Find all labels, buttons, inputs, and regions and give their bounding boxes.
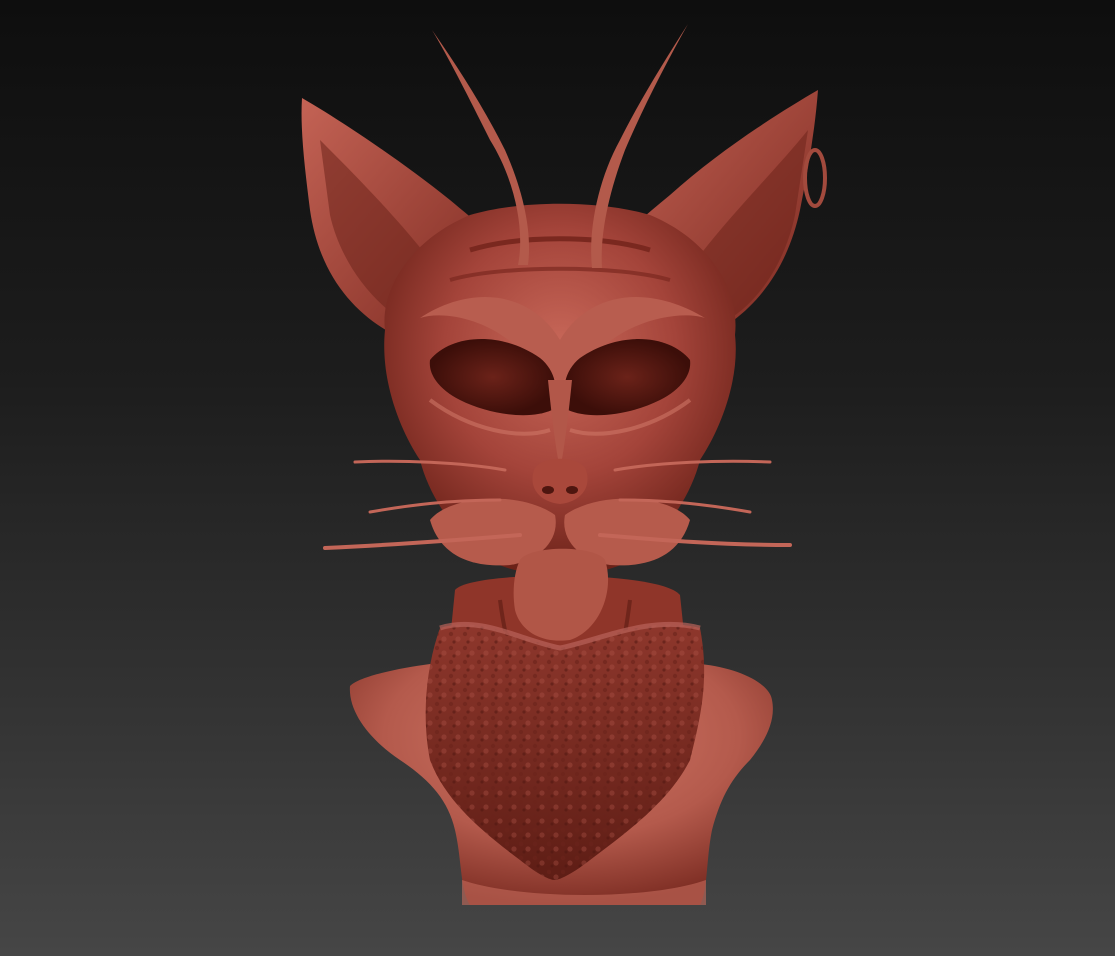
sculpt-render bbox=[301, 24, 827, 905]
3d-viewport[interactable] bbox=[0, 0, 1115, 956]
earring bbox=[803, 148, 827, 208]
